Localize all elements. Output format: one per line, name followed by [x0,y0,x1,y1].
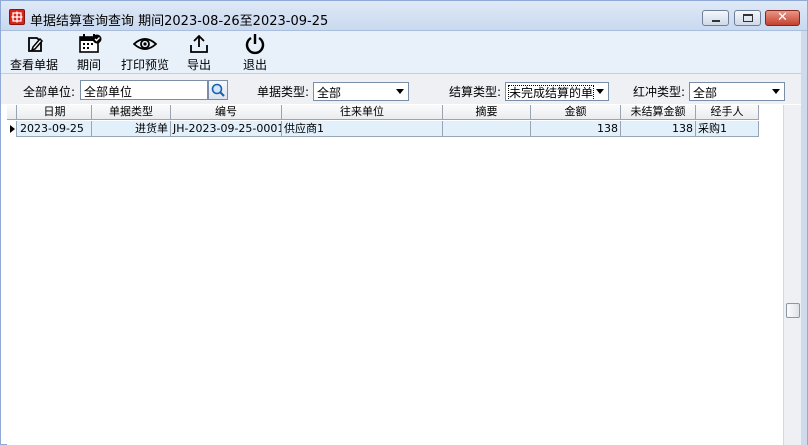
reverse-type-select[interactable]: 全部 [689,82,785,101]
export-label: 导出 [187,58,212,72]
settle-type-select[interactable]: 未完成结算的单 [505,82,609,101]
filter-bar: 全部单位: 全部单位 单据类型: 全部 结算类型: 未完成结算的单 红冲类型: … [1,73,807,104]
power-icon [244,33,268,55]
exit-label: 退出 [243,58,268,72]
settle-type-label: 结算类型: [449,85,502,99]
search-icon [211,83,225,97]
edit-doc-icon [23,33,47,55]
eye-icon [132,33,158,55]
doc-type-select[interactable]: 全部 [313,82,409,101]
col-header-amount[interactable]: 金额 [531,105,621,120]
print-preview-label: 打印预览 [121,58,170,72]
col-header-unsettled[interactable]: 未结算金额 [621,105,696,120]
view-doc-button[interactable]: 查看单据 [9,33,61,73]
cell-number[interactable]: JH-2023-09-25-0001 [171,121,282,137]
chevron-down-icon [396,89,404,94]
chevron-down-icon [772,89,780,94]
unit-label: 全部单位: [23,85,76,99]
period-label: 期间 [77,58,102,72]
col-header-date[interactable]: 日期 [18,105,92,120]
cell-unsettled[interactable]: 138 [621,121,696,137]
title-bar: 单据结算查询查询 期间2023-08-26至2023-09-25 ✕ [1,1,807,31]
minimize-button[interactable] [702,10,729,26]
maximize-icon [743,14,753,22]
col-header-number[interactable]: 编号 [171,105,282,120]
main-window: 单据结算查询查询 期间2023-08-26至2023-09-25 ✕ 查看单据 [0,0,808,445]
vertical-scrollbar[interactable] [783,105,801,445]
toolbar: 查看单据 期间 打印预览 导出 退出 [1,31,807,73]
header-indicator [7,105,17,120]
scrollbar-thumb[interactable] [786,303,800,318]
window-title: 单据结算查询查询 期间2023-08-26至2023-09-25 [30,14,329,29]
minimize-icon [712,20,720,22]
unit-input[interactable]: 全部单位 [80,80,208,100]
chevron-down-icon [596,89,604,94]
reverse-type-label: 红冲类型: [633,85,686,99]
doc-type-label: 单据类型: [257,85,310,99]
cell-amount[interactable]: 138 [531,121,621,137]
period-button[interactable]: 期间 [75,33,105,73]
col-header-doc-type[interactable]: 单据类型 [92,105,171,120]
cell-summary[interactable] [443,121,531,137]
table-row[interactable]: 2023-09-25 进货单 JH-2023-09-25-0001 供应商1 1… [7,121,759,137]
col-header-partner[interactable]: 往来单位 [282,105,443,120]
maximize-button[interactable] [734,10,761,26]
close-button[interactable]: ✕ [765,10,800,26]
cell-partner[interactable]: 供应商1 [282,121,443,137]
export-button[interactable]: 导出 [185,33,215,73]
window-frame-right [801,31,807,445]
cell-handler[interactable]: 采购1 [696,121,759,137]
cell-date[interactable]: 2023-09-25 [18,121,92,137]
results-grid: 日期 单据类型 编号 往来单位 摘要 金额 未结算金额 经手人 2023-09-… [7,105,783,445]
col-header-summary[interactable]: 摘要 [443,105,531,120]
grid-header: 日期 单据类型 编号 往来单位 摘要 金额 未结算金额 经手人 [7,105,759,120]
cell-doc-type[interactable]: 进货单 [92,121,171,137]
current-row-icon [10,125,15,133]
row-indicator [7,121,17,137]
print-preview-button[interactable]: 打印预览 [119,33,171,73]
app-icon [9,9,25,25]
col-header-handler[interactable]: 经手人 [696,105,759,120]
exit-button[interactable]: 退出 [241,33,271,73]
calendar-icon [78,33,102,55]
view-doc-label: 查看单据 [10,58,59,72]
close-icon: ✕ [777,10,788,25]
unit-search-button[interactable] [208,80,228,100]
upload-icon [188,33,212,55]
